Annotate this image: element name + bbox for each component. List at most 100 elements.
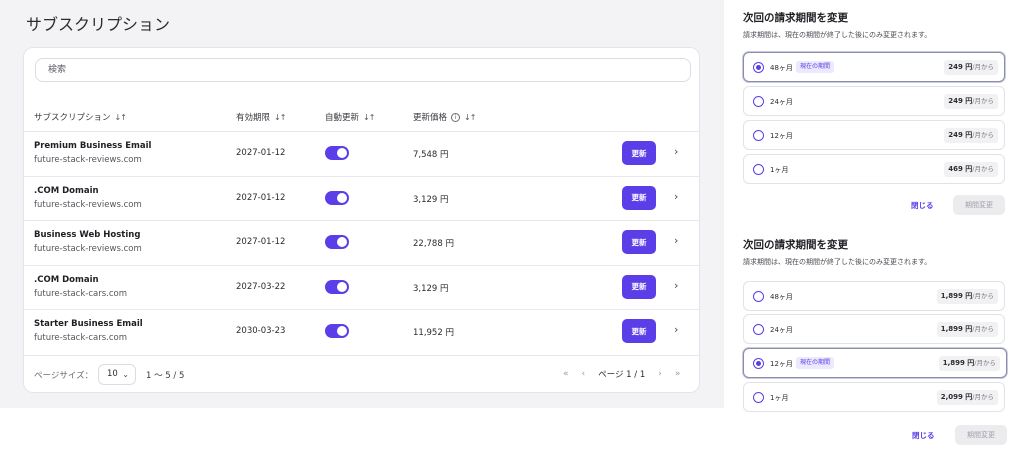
header-renew-price-label: 更新価格: [413, 113, 448, 123]
chevron-down-icon: ⌄: [122, 370, 129, 379]
radio-button[interactable]: [753, 130, 764, 141]
radio-button[interactable]: [753, 358, 764, 369]
option-price: 2,099 円/月から: [936, 390, 998, 405]
table-row[interactable]: .COM Domain future-stack-cars.com 2027-03-…: [24, 264, 699, 309]
option-label: 12ヶ月: [770, 132, 793, 140]
current-period-badge: 現在の期間: [796, 357, 835, 369]
option-price: 1,899 円/月から: [936, 322, 998, 337]
billing-option[interactable]: 24ヶ月 249 円/月から: [743, 86, 1005, 116]
radio-button[interactable]: [753, 164, 764, 175]
option-price-value: 1,899 円: [940, 325, 973, 333]
header-auto-renew-label: 自動更新: [325, 113, 360, 123]
panel-description: 請求期間は、現在の期間が終了した後にのみ変更されます。: [743, 31, 932, 39]
sort-icon[interactable]: ↓↑: [274, 113, 286, 122]
option-price-value: 249 円: [948, 97, 973, 105]
close-button[interactable]: 閉じる: [912, 430, 935, 441]
billing-option[interactable]: 24ヶ月 1,899 円/月から: [743, 314, 1005, 344]
panel-title: 次回の請求期間を変更: [743, 12, 848, 24]
renew-button[interactable]: 更新: [622, 230, 656, 254]
radio-button[interactable]: [753, 62, 764, 73]
header-expiry[interactable]: 有効期限 ↓↑: [236, 111, 286, 124]
option-price: 249 円/月から: [944, 128, 998, 143]
subscription-domain: future-stack-cars.com: [34, 333, 127, 343]
chevron-right-icon[interactable]: ›: [674, 234, 678, 247]
info-icon[interactable]: i: [451, 112, 461, 122]
option-price: 249 円/月から: [944, 60, 998, 75]
subscription-domain: future-stack-cars.com: [34, 288, 127, 299]
billing-option[interactable]: 48ヶ月 現在の期間 249 円/月から: [743, 52, 1005, 82]
option-label: 24ヶ月: [770, 326, 793, 334]
radio-button[interactable]: [753, 324, 764, 335]
chevron-right-icon[interactable]: ›: [674, 279, 678, 292]
billing-option[interactable]: 1ヶ月 2,099 円/月から: [743, 382, 1005, 412]
radio-button[interactable]: [753, 392, 764, 403]
subscription-name: .COM Domain: [34, 274, 99, 285]
table-row[interactable]: Business Web Hosting future-stack-reviews…: [24, 220, 699, 264]
option-price-value: 469 円: [948, 165, 973, 173]
option-price-unit: /月から: [972, 165, 994, 173]
sort-icon[interactable]: ↓↑: [464, 113, 476, 122]
close-button[interactable]: 閉じる: [911, 200, 934, 211]
panel-title: 次回の請求期間を変更: [743, 239, 848, 251]
expiry-date: 2027-01-12: [236, 192, 286, 203]
chevron-right-icon[interactable]: ›: [674, 145, 678, 158]
chevron-right-icon[interactable]: ›: [674, 190, 678, 203]
option-price-value: 1,899 円: [942, 359, 975, 367]
billing-option[interactable]: 1ヶ月 469 円/月から: [743, 154, 1005, 184]
pagination: « ‹ ページ 1 / 1 › »: [563, 368, 680, 380]
table-row[interactable]: .COM Domain future-stack-reviews.com 2027-…: [24, 175, 699, 220]
billing-option[interactable]: 12ヶ月 現在の期間 1,899 円/月から: [743, 348, 1007, 378]
renew-button[interactable]: 更新: [622, 274, 656, 299]
prev-page-icon[interactable]: ‹: [582, 369, 586, 379]
auto-renew-toggle[interactable]: [325, 279, 349, 294]
option-price-value: 2,099 円: [940, 393, 973, 401]
header-subscription-label: サブスクリプション: [34, 113, 111, 123]
renew-price: 11,952 円: [413, 328, 454, 338]
renew-button[interactable]: 更新: [622, 141, 656, 165]
expiry-date: 2030-03-23: [236, 326, 286, 336]
renew-button[interactable]: 更新: [622, 185, 656, 210]
option-price-unit: /月から: [972, 97, 994, 105]
renew-price: 22,788 円: [413, 239, 454, 249]
sort-icon[interactable]: ↓↑: [363, 113, 375, 122]
header-auto-renew[interactable]: 自動更新 ↓↑: [325, 111, 375, 124]
billing-option[interactable]: 12ヶ月 249 円/月から: [743, 120, 1005, 150]
header-expiry-label: 有効期限: [236, 113, 271, 123]
sort-icon[interactable]: ↓↑: [115, 113, 127, 122]
renew-price: 3,129 円: [413, 283, 449, 294]
header-subscription[interactable]: サブスクリプション ↓↑: [34, 111, 127, 124]
page-size-select[interactable]: 10 ⌄: [98, 364, 136, 385]
table-row[interactable]: Starter Business Email future-stack-cars.…: [24, 309, 699, 353]
chevron-right-icon[interactable]: ›: [674, 323, 678, 336]
renew-button[interactable]: 更新: [622, 319, 656, 343]
subscription-cell: Premium Business Email future-stack-revie…: [34, 141, 151, 165]
last-page-icon[interactable]: »: [675, 369, 681, 379]
subscriptions-card: 検索 サブスクリプション ↓↑ 有効期限 ↓↑ 自動更新 ↓↑ 更新価格 i ↓…: [23, 47, 700, 393]
option-label: 24ヶ月: [770, 98, 793, 106]
table-footer: ページサイズ： 10 ⌄ 1 〜 5 / 5 « ‹ ページ 1 / 1 › »: [24, 355, 699, 393]
radio-button[interactable]: [753, 291, 764, 302]
option-price-value: 1,899 円: [940, 292, 973, 300]
option-price: 1,899 円/月から: [936, 289, 998, 304]
page-size-value: 10: [107, 369, 118, 379]
subscription-name: Business Web Hosting: [34, 230, 141, 240]
option-price-unit: /月から: [972, 63, 994, 71]
option-label: 1ヶ月: [770, 394, 789, 402]
auto-renew-toggle[interactable]: [325, 190, 349, 205]
page-indicator: ページ 1 / 1: [598, 370, 646, 380]
option-label: 1ヶ月: [770, 166, 789, 174]
radio-button[interactable]: [753, 96, 764, 107]
result-range: 1 〜 5 / 5: [146, 371, 185, 381]
auto-renew-toggle[interactable]: [325, 146, 349, 160]
change-period-button[interactable]: 期間変更: [955, 425, 1007, 445]
auto-renew-toggle[interactable]: [325, 324, 349, 338]
first-page-icon[interactable]: «: [563, 369, 569, 379]
search-input[interactable]: 検索: [35, 58, 691, 82]
auto-renew-toggle[interactable]: [325, 235, 349, 249]
option-price-value: 249 円: [948, 131, 973, 139]
header-renew-price[interactable]: 更新価格 i ↓↑: [413, 111, 476, 123]
change-period-button[interactable]: 期間変更: [953, 195, 1005, 215]
table-row[interactable]: Premium Business Email future-stack-revie…: [24, 131, 699, 175]
next-page-icon[interactable]: ›: [658, 369, 662, 379]
billing-option[interactable]: 48ヶ月 1,899 円/月から: [743, 281, 1005, 311]
